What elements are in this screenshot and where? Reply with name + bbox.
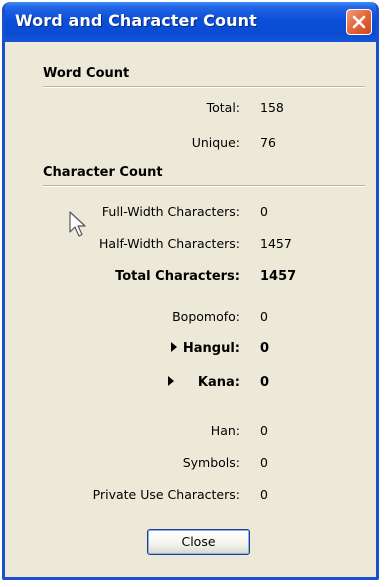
- expand-arrow-icon[interactable]: [167, 376, 174, 386]
- bopomofo-label: Bopomofo:: [172, 309, 240, 324]
- hangul-row[interactable]: Hangul: 0: [5, 341, 376, 361]
- dialog-title: Word and Character Count: [15, 11, 257, 30]
- close-button[interactable]: Close: [147, 529, 250, 555]
- symbols-value: 0: [260, 455, 268, 470]
- total-words-label: Total:: [206, 100, 240, 115]
- expand-arrow-icon[interactable]: [170, 342, 177, 352]
- half-width-label: Half-Width Characters:: [99, 236, 240, 251]
- symbols-row: Symbols: 0: [5, 455, 376, 475]
- private-use-value: 0: [260, 487, 268, 502]
- kana-row[interactable]: Kana: 0: [5, 375, 376, 395]
- title-bar[interactable]: Word and Character Count: [5, 2, 376, 42]
- total-words-row: Total: 158: [5, 100, 376, 120]
- unique-words-value: 76: [260, 135, 276, 150]
- han-value: 0: [260, 423, 268, 438]
- han-label: Han:: [210, 423, 240, 438]
- kana-value: 0: [260, 375, 270, 390]
- bopomofo-row: Bopomofo: 0: [5, 309, 376, 329]
- full-width-value: 0: [260, 204, 268, 219]
- unique-words-row: Unique: 76: [5, 135, 376, 155]
- total-characters-label: Total Characters:: [115, 269, 240, 284]
- bopomofo-value: 0: [260, 309, 268, 324]
- mouse-pointer-icon: [69, 211, 86, 237]
- total-characters-row: Total Characters: 1457: [5, 269, 376, 289]
- word-character-count-dialog: Word and Character Count Word Count Tota…: [2, 2, 379, 580]
- character-count-heading: Character Count: [43, 165, 163, 180]
- word-count-heading: Word Count: [43, 66, 130, 81]
- private-use-row: Private Use Characters: 0: [5, 487, 376, 507]
- full-width-label: Full-Width Characters:: [101, 204, 240, 219]
- full-width-row: Full-Width Characters: 0: [5, 204, 376, 224]
- word-count-divider: [43, 86, 365, 88]
- symbols-label: Symbols:: [182, 455, 240, 470]
- hangul-expander[interactable]: Hangul:: [170, 341, 240, 356]
- kana-label: Kana:: [197, 375, 240, 390]
- half-width-value: 1457: [260, 236, 292, 251]
- half-width-row: Half-Width Characters: 1457: [5, 236, 376, 256]
- character-count-divider: [43, 185, 365, 187]
- han-row: Han: 0: [5, 423, 376, 443]
- total-words-value: 158: [260, 100, 284, 115]
- kana-expander[interactable]: Kana:: [167, 375, 240, 390]
- unique-words-label: Unique:: [191, 135, 240, 150]
- private-use-label: Private Use Characters:: [92, 487, 240, 502]
- total-characters-value: 1457: [260, 269, 297, 284]
- title-close-button[interactable]: [346, 9, 372, 35]
- hangul-label: Hangul:: [182, 341, 240, 356]
- hangul-value: 0: [260, 341, 270, 356]
- close-icon: [352, 15, 366, 29]
